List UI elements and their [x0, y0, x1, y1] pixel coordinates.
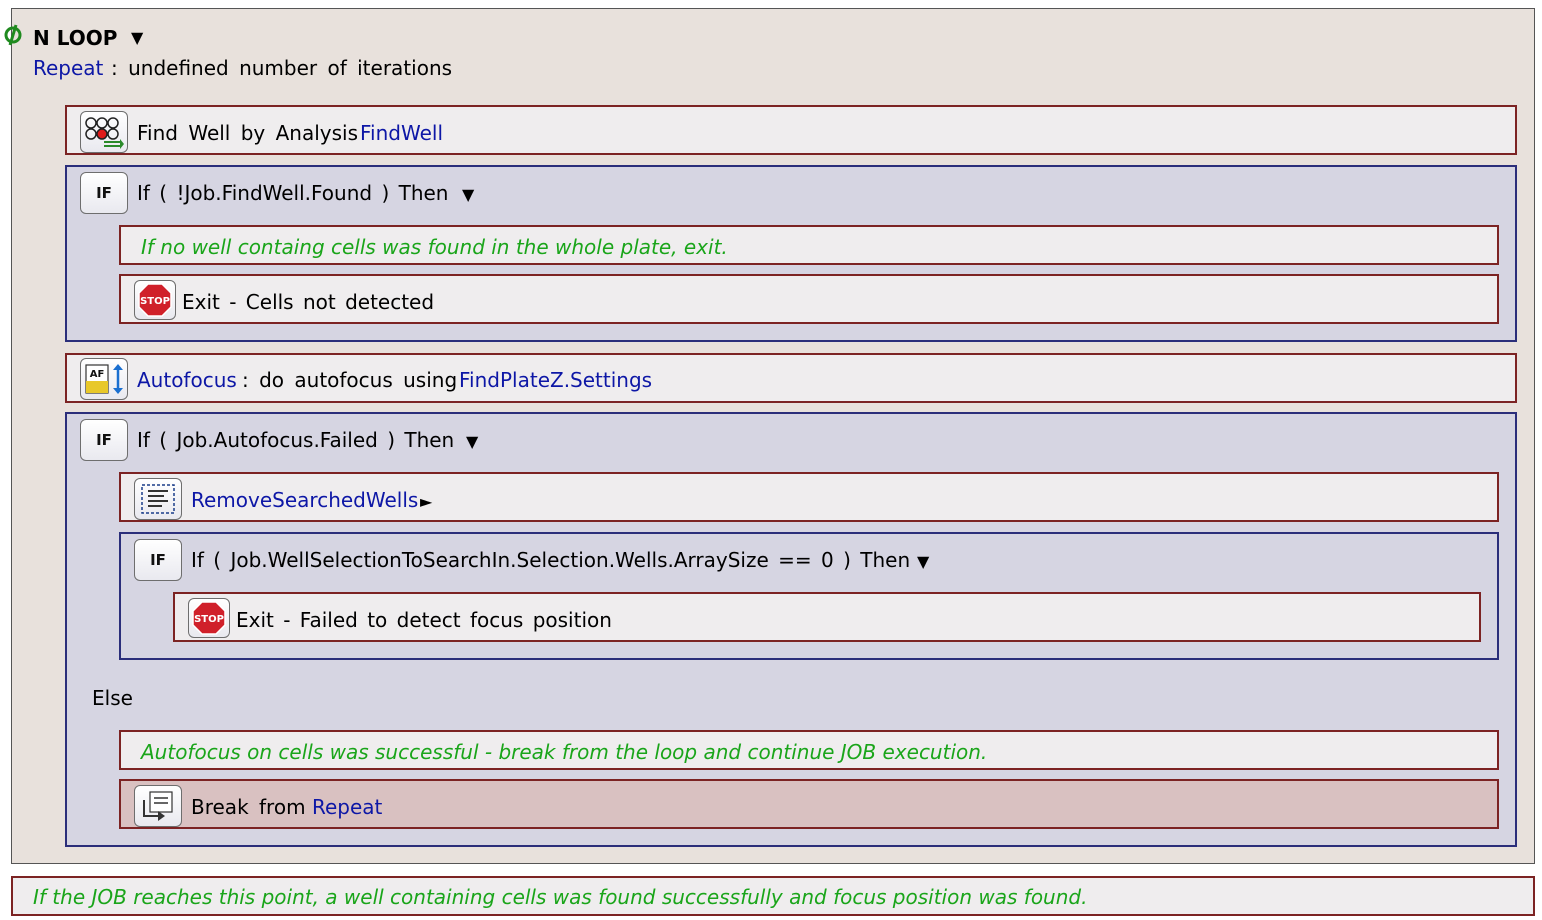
loop-dropdown-icon[interactable]: ▼: [131, 26, 143, 50]
exit-label: Exit - Failed to detect focus position: [236, 608, 612, 632]
expand-arrow-icon[interactable]: ►: [420, 490, 432, 514]
if-icon-label: IF: [96, 431, 112, 449]
footer-comment-text: If the JOB reaches this point, a well co…: [33, 885, 1088, 909]
autofocus-link[interactable]: Autofocus: [137, 368, 237, 392]
if-dropdown-icon[interactable]: ▼: [466, 430, 478, 454]
subroutine-icon: [134, 478, 182, 520]
loop-refresh-icon: [2, 22, 24, 48]
repeat-description: : undefined number of iterations: [111, 56, 453, 80]
break-label: Break from: [191, 795, 306, 819]
stop-icon: STOP: [188, 598, 230, 638]
stop-icon: STOP: [134, 280, 176, 320]
autofocus-icon-label: AF: [90, 369, 105, 380]
comment-text: Autofocus on cells was successful - brea…: [141, 740, 988, 764]
loop-title: N LOOP: [33, 26, 118, 50]
if-dropdown-icon[interactable]: ▼: [462, 183, 474, 207]
if-icon: IF: [80, 172, 128, 214]
find-well-link[interactable]: FindWell: [360, 121, 443, 145]
if-condition: If ( !Job.FindWell.Found ) Then: [137, 181, 449, 205]
if-icon: IF: [80, 419, 128, 461]
if-condition: If ( Job.Autofocus.Failed ) Then: [137, 428, 455, 452]
comment-text: If no well containg cells was found in t…: [141, 235, 728, 259]
if-icon-label: IF: [96, 184, 112, 202]
stop-icon-label: STOP: [140, 296, 170, 307]
if-condition: If ( Job.WellSelectionToSearchIn.Selecti…: [191, 548, 911, 572]
stop-icon-label: STOP: [194, 614, 224, 625]
repeat-link[interactable]: Repeat: [33, 56, 103, 80]
autofocus-settings-link[interactable]: FindPlateZ.Settings: [459, 368, 652, 392]
find-well-label: Find Well by Analysis: [137, 121, 359, 145]
well-analysis-icon: [80, 111, 128, 153]
break-repeat-link[interactable]: Repeat: [312, 795, 382, 819]
autofocus-icon: AF: [80, 358, 128, 400]
exit-label: Exit - Cells not detected: [182, 290, 435, 314]
break-icon: [134, 785, 182, 827]
autofocus-desc: : do autofocus using: [242, 368, 458, 392]
if-icon-label: IF: [150, 551, 166, 569]
if-icon: IF: [134, 539, 182, 581]
if-dropdown-icon[interactable]: ▼: [917, 550, 929, 574]
else-label: Else: [92, 686, 133, 710]
remove-wells-link[interactable]: RemoveSearchedWells: [191, 488, 418, 512]
